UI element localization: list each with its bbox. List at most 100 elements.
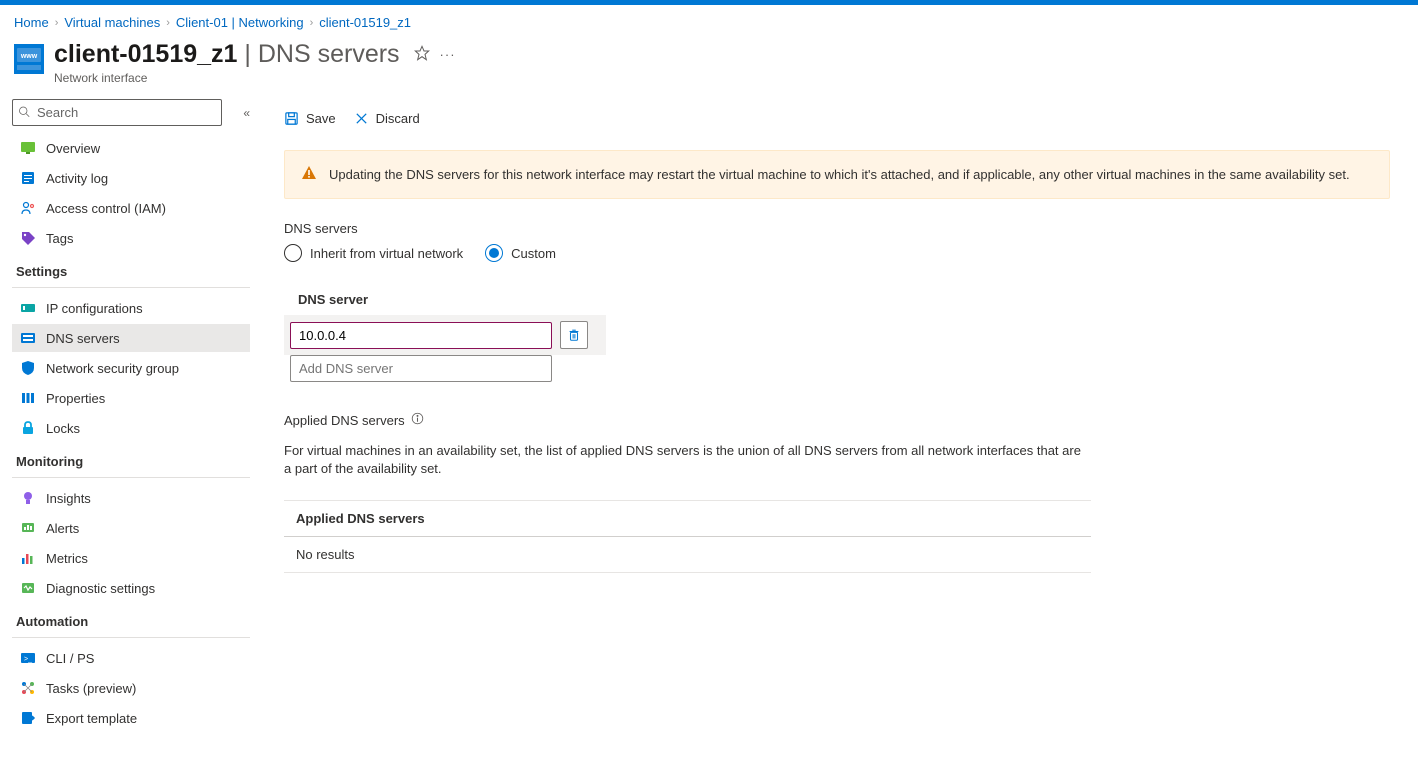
breadcrumb-vms[interactable]: Virtual machines — [64, 15, 160, 30]
page-subtitle: Network interface — [54, 71, 456, 85]
breadcrumb: Home › Virtual machines › Client-01 | Ne… — [0, 5, 1418, 34]
divider — [12, 477, 250, 478]
dns-icon — [20, 330, 36, 346]
page-header: www client-01519_z1 | DNS servers ··· Ne… — [0, 34, 1418, 93]
dns-server-input[interactable] — [290, 322, 552, 349]
access-control-icon — [20, 200, 36, 216]
sidebar-item-label: IP configurations — [46, 301, 143, 316]
dns-add-input[interactable] — [290, 355, 552, 382]
sidebar-item-label: CLI / PS — [46, 651, 94, 666]
save-label: Save — [306, 111, 336, 126]
dns-add-row — [284, 355, 606, 388]
sidebar-item-label: Alerts — [46, 521, 79, 536]
toolbar: Save Discard — [284, 111, 1390, 126]
lock-icon — [20, 420, 36, 436]
applied-dns-label-row: Applied DNS servers — [284, 412, 1390, 428]
radio-unchecked-icon — [284, 244, 302, 262]
sidebar-item-label: DNS servers — [46, 331, 120, 346]
applied-table-header: Applied DNS servers — [284, 500, 1091, 537]
page-title: client-01519_z1 | DNS servers — [54, 40, 400, 69]
sidebar-item-label: Activity log — [46, 171, 108, 186]
sidebar-item-cli-ps[interactable]: >_ CLI / PS — [12, 644, 250, 672]
radio-checked-icon — [485, 244, 503, 262]
svg-text:www: www — [20, 53, 38, 60]
sidebar-item-diagnostic[interactable]: Diagnostic settings — [12, 574, 250, 602]
chevron-right-icon: › — [166, 17, 170, 29]
diagnostic-icon — [20, 580, 36, 596]
radio-inherit[interactable]: Inherit from virtual network — [284, 244, 463, 262]
radio-custom[interactable]: Custom — [485, 244, 556, 262]
save-icon — [284, 111, 299, 126]
tasks-icon — [20, 680, 36, 696]
chevron-right-icon: › — [310, 17, 314, 29]
breadcrumb-home[interactable]: Home — [14, 15, 49, 30]
shield-icon — [20, 360, 36, 376]
sidebar-item-export-template[interactable]: Export template — [12, 704, 250, 732]
properties-icon — [20, 390, 36, 406]
discard-button[interactable]: Discard — [354, 111, 420, 126]
sidebar-search-input[interactable] — [12, 99, 222, 126]
activity-log-icon — [20, 170, 36, 186]
title-resource-name: client-01519_z1 — [54, 40, 237, 68]
applied-dns-label: Applied DNS servers — [284, 413, 405, 428]
sidebar-section-settings: Settings — [12, 254, 250, 285]
sidebar-item-nsg[interactable]: Network security group — [12, 354, 250, 382]
sidebar-section-monitoring: Monitoring — [12, 444, 250, 475]
network-interface-icon: www — [14, 44, 44, 74]
search-icon — [18, 105, 30, 120]
info-icon[interactable] — [411, 412, 424, 428]
sidebar-item-label: Tags — [46, 231, 73, 246]
chevron-right-icon: › — [55, 17, 59, 29]
dns-entry-row — [284, 315, 606, 355]
dns-mode-radio-group: Inherit from virtual network Custom — [284, 244, 1390, 262]
applied-table-no-results: No results — [284, 537, 1091, 573]
sidebar-item-ip-configurations[interactable]: IP configurations — [12, 294, 250, 322]
export-icon — [20, 710, 36, 726]
sidebar-item-properties[interactable]: Properties — [12, 384, 250, 412]
discard-icon — [354, 111, 369, 126]
cli-icon: >_ — [20, 650, 36, 666]
sidebar-item-access-control[interactable]: Access control (IAM) — [12, 194, 250, 222]
divider — [12, 287, 250, 288]
svg-text:>_: >_ — [24, 656, 32, 663]
sidebar-section-automation: Automation — [12, 604, 250, 635]
title-separator: | — [244, 40, 257, 68]
save-button[interactable]: Save — [284, 111, 336, 126]
applied-dns-description: For virtual machines in an availability … — [284, 442, 1084, 478]
title-blade-name: DNS servers — [258, 40, 400, 68]
warning-text: Updating the DNS servers for this networ… — [329, 167, 1350, 182]
applied-dns-table: Applied DNS servers No results — [284, 500, 1091, 573]
sidebar-item-label: Diagnostic settings — [46, 581, 155, 596]
sidebar-item-activity-log[interactable]: Activity log — [12, 164, 250, 192]
sidebar-item-label: Export template — [46, 711, 137, 726]
sidebar-item-overview[interactable]: Overview — [12, 134, 250, 162]
ip-config-icon — [20, 300, 36, 316]
sidebar-item-dns-servers[interactable]: DNS servers — [12, 324, 250, 352]
alerts-icon — [20, 520, 36, 536]
overview-icon — [20, 140, 36, 156]
delete-dns-button[interactable] — [560, 321, 588, 349]
sidebar-item-label: Network security group — [46, 361, 179, 376]
sidebar-item-tasks[interactable]: Tasks (preview) — [12, 674, 250, 702]
breadcrumb-client-networking[interactable]: Client-01 | Networking — [176, 15, 304, 30]
sidebar-item-label: Properties — [46, 391, 105, 406]
pin-favorite-icon[interactable] — [414, 45, 430, 64]
sidebar-item-label: Access control (IAM) — [46, 201, 166, 216]
more-menu-icon[interactable]: ··· — [440, 47, 456, 62]
sidebar: « Overview Activity log Access control (… — [0, 93, 256, 754]
dns-server-table: DNS server — [284, 282, 606, 388]
sidebar-item-label: Locks — [46, 421, 80, 436]
sidebar-item-metrics[interactable]: Metrics — [12, 544, 250, 572]
sidebar-item-locks[interactable]: Locks — [12, 414, 250, 442]
insights-icon — [20, 490, 36, 506]
sidebar-item-alerts[interactable]: Alerts — [12, 514, 250, 542]
sidebar-item-insights[interactable]: Insights — [12, 484, 250, 512]
sidebar-item-tags[interactable]: Tags — [12, 224, 250, 252]
dns-servers-label: DNS servers — [284, 221, 1390, 236]
collapse-sidebar-icon[interactable]: « — [243, 106, 250, 120]
breadcrumb-nic[interactable]: client-01519_z1 — [319, 15, 411, 30]
radio-label: Custom — [511, 246, 556, 261]
sidebar-item-label: Tasks (preview) — [46, 681, 136, 696]
sidebar-item-label: Insights — [46, 491, 91, 506]
sidebar-item-label: Metrics — [46, 551, 88, 566]
